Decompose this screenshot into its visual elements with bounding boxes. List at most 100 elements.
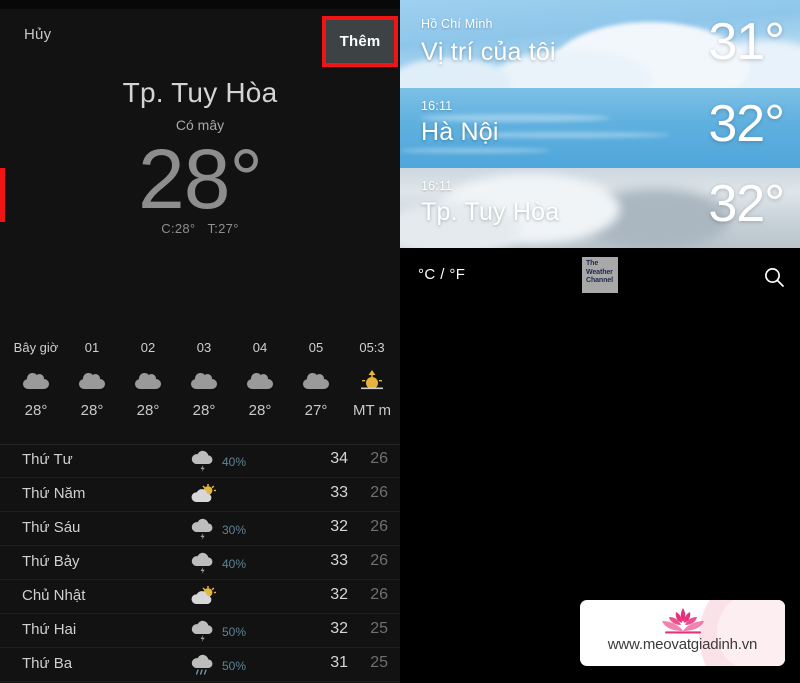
- city-card-name: Tp. Tuy Hòa: [421, 198, 560, 226]
- daily-forecast-row[interactable]: Thứ Bảy 40% 33 26: [0, 546, 400, 580]
- daily-low-temp: 26: [370, 552, 388, 569]
- daily-day-label: Thứ Hai: [22, 621, 77, 638]
- rain-cloud-icon: [190, 552, 216, 574]
- city-card-temperature: 32°: [708, 175, 785, 233]
- daily-high-temp: 34: [330, 450, 348, 467]
- sun-cloud-icon: [190, 585, 217, 608]
- city-card-name: Vị trí của tôi: [421, 38, 556, 66]
- city-card-temperature: 31°: [708, 13, 785, 71]
- logo-line-3: Channel: [586, 277, 613, 285]
- daily-low-temp: 25: [370, 620, 388, 637]
- city-card-time: 16:11: [421, 99, 453, 113]
- daily-forecast-row[interactable]: Thứ Năm 33 26: [0, 478, 400, 512]
- cirrus-decoration: [400, 148, 550, 153]
- hourly-column: Bây giờ 28°: [8, 326, 64, 421]
- hourly-time-label: 05: [308, 340, 324, 355]
- city-card-time: 16:11: [421, 179, 453, 193]
- logo-line-2: Weather: [586, 268, 613, 276]
- cloud-icon: [8, 363, 64, 397]
- hero-city-name: Tp. Tuy Hòa: [122, 77, 278, 108]
- sunrise-icon: [344, 363, 400, 397]
- hourly-temperature: 28°: [80, 402, 104, 419]
- city-hero: Tp. Tuy Hòa Có mây 28° C:28° T:27°: [0, 75, 400, 236]
- hourly-temperature: MT m: [352, 402, 392, 419]
- rain-cloud-icon: [190, 620, 216, 642]
- city-card-hanoi[interactable]: 16:11 Hà Nội 32°: [400, 88, 800, 168]
- city-card-name: Hà Nội: [421, 118, 499, 146]
- daily-high-temp: 31: [330, 654, 348, 671]
- weather-channel-logo[interactable]: The Weather Channel: [582, 257, 618, 293]
- hourly-time-label: 03: [196, 340, 212, 355]
- city-card-subtitle: Hồ Chí Minh: [421, 17, 493, 31]
- add-button[interactable]: Thêm: [326, 20, 394, 63]
- city-card-my-location[interactable]: Hồ Chí Minh Vị trí của tôi 31°: [400, 0, 800, 88]
- hourly-temperature: 28°: [192, 402, 216, 419]
- hourly-forecast-strip[interactable]: Bây giờ 28° 01 28° 02 28° 03 28° 04 28° 05 27° 05:3 M…: [0, 326, 400, 445]
- hourly-temperature: 28°: [248, 402, 272, 419]
- hero-low: T:27°: [207, 221, 239, 236]
- watermark: www.meovatgiadinh.vn: [580, 600, 785, 666]
- watermark-url: www.meovatgiadinh.vn: [607, 636, 758, 653]
- bottom-toolbar: °C / °F The Weather Channel: [400, 248, 800, 306]
- cloud-icon: [176, 363, 232, 397]
- city-card-temperature: 32°: [708, 95, 785, 153]
- daily-day-label: Thứ Tư: [22, 451, 73, 468]
- precipitation-probability: 50%: [222, 659, 247, 673]
- sheet-top-edge: [0, 0, 400, 9]
- rain-cloud-icon: [190, 518, 216, 540]
- lotus-icon: [580, 606, 785, 636]
- rain-cloud-icon: [190, 450, 216, 472]
- hourly-temperature: 27°: [304, 402, 328, 419]
- preview-topbar: Hủy Thêm: [0, 9, 400, 67]
- daily-high-temp: 32: [330, 586, 348, 603]
- city-card-tuy-hoa[interactable]: 16:11 Tp. Tuy Hòa 32°: [400, 168, 800, 248]
- daily-low-temp: 26: [370, 484, 388, 501]
- daily-forecast-row[interactable]: Thứ Hai 50% 32 25: [0, 614, 400, 648]
- daily-high-temp: 33: [330, 484, 348, 501]
- cloud-icon: [120, 363, 176, 397]
- daily-day-label: Chủ Nhật: [22, 587, 86, 604]
- hourly-column: 04 28°: [232, 326, 288, 421]
- daily-low-temp: 26: [370, 518, 388, 535]
- daily-forecast-row[interactable]: Chủ Nhật 32 26: [0, 580, 400, 614]
- daily-day-label: Thứ Ba: [22, 655, 73, 672]
- precipitation-probability: 40%: [222, 557, 247, 571]
- cancel-button[interactable]: Hủy: [24, 26, 51, 43]
- hourly-temperature: 28°: [136, 402, 160, 419]
- daily-day-label: Thứ Năm: [22, 485, 86, 502]
- daily-forecast-row[interactable]: Thứ Tư 40% 34 26: [0, 444, 400, 478]
- daily-high-temp: 32: [330, 620, 348, 637]
- daily-day-label: Thứ Sáu: [22, 519, 81, 536]
- daily-low-temp: 25: [370, 654, 388, 671]
- precipitation-probability: 40%: [222, 455, 247, 469]
- add-button-highlight-box: Thêm: [322, 16, 398, 67]
- daily-forecast-list[interactable]: Thứ Tư 40% 34 26 Thứ Năm 33 26 Thứ Sáu 30% 32 26 Th…: [0, 444, 400, 683]
- hero-high: C:28°: [161, 221, 196, 236]
- hourly-temperature: 28°: [24, 402, 48, 419]
- daily-low-temp: 26: [370, 586, 388, 603]
- hourly-column: 03 28°: [176, 326, 232, 421]
- hourly-time-label: 01: [84, 340, 100, 355]
- daily-forecast-row[interactable]: Thứ Sáu 30% 32 26: [0, 512, 400, 546]
- cloud-icon: [232, 363, 288, 397]
- hourly-column: 05:3 MT m: [344, 326, 400, 421]
- daily-high-temp: 32: [330, 518, 348, 535]
- city-list-panel: Hồ Chí Minh Vị trí của tôi 31° 16:11 Hà …: [400, 0, 800, 683]
- hero-temperature: 28°: [137, 132, 263, 226]
- unit-toggle-button[interactable]: °C / °F: [418, 266, 465, 283]
- logo-line-1: The: [586, 260, 599, 267]
- hourly-column: 02 28°: [120, 326, 176, 421]
- daily-low-temp: 26: [370, 450, 388, 467]
- hourly-time-label: 02: [140, 340, 156, 355]
- daily-forecast-row[interactable]: Thứ Ba 50% 31 25: [0, 648, 400, 682]
- showers-cloud-icon: [190, 654, 216, 676]
- search-icon[interactable]: [762, 265, 786, 289]
- add-city-preview-panel: Hủy Thêm Tp. Tuy Hòa Có mây 28° C:28° T:2…: [0, 0, 400, 683]
- hourly-time-label: Bây giờ: [13, 340, 59, 355]
- hourly-time-label: 04: [252, 340, 268, 355]
- precipitation-probability: 30%: [222, 523, 247, 537]
- hourly-time-label: 05:3: [359, 340, 385, 355]
- sun-cloud-icon: [190, 483, 217, 506]
- daily-day-label: Thứ Bảy: [22, 553, 80, 570]
- screenshot-root: Hủy Thêm Tp. Tuy Hòa Có mây 28° C:28° T:2…: [0, 0, 800, 683]
